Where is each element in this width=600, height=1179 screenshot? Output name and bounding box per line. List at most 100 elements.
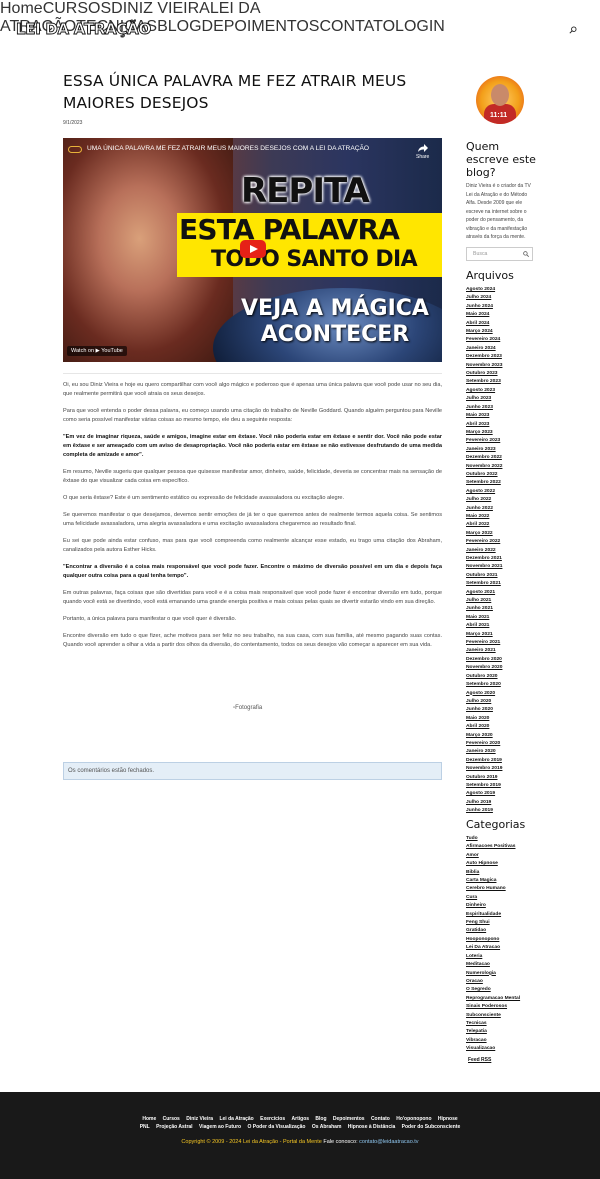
archive-link[interactable]: Junho 2023 (466, 404, 502, 412)
archive-link[interactable]: Junho 2024 (466, 303, 502, 311)
category-link[interactable]: O Segredo (466, 986, 520, 994)
watch-on-youtube-button[interactable]: Watch on ▶ YouTube (67, 346, 127, 356)
archive-link[interactable]: Maio 2022 (466, 513, 502, 521)
archive-link[interactable]: Julho 2021 (466, 597, 502, 605)
footer-link[interactable]: Lei da Atração (219, 1116, 253, 1122)
archive-link[interactable]: Setembro 2023 (466, 378, 502, 386)
archive-link[interactable]: Abril 2022 (466, 521, 502, 529)
archive-link[interactable]: Junho 2021 (466, 605, 502, 613)
category-link[interactable]: Cura (466, 894, 520, 902)
archive-link[interactable]: Novembro 2022 (466, 463, 502, 471)
archive-link[interactable]: Janeiro 2023 (466, 446, 502, 454)
search-icon[interactable] (523, 251, 529, 257)
archive-link[interactable]: Janeiro 2021 (466, 647, 502, 655)
footer-link[interactable]: Projeção Astral (156, 1124, 193, 1130)
archive-link[interactable]: Junho 2020 (466, 706, 502, 714)
archive-link[interactable]: Novembro 2019 (466, 765, 502, 773)
site-logo[interactable]: LEI DA ATRAÇÃO (16, 20, 152, 39)
archive-link[interactable]: Março 2022 (466, 530, 502, 538)
archive-link[interactable]: Dezembro 2019 (466, 757, 502, 765)
archive-link[interactable]: Janeiro 2024 (466, 345, 502, 353)
category-link[interactable]: Tudo (466, 835, 520, 843)
archive-link[interactable]: Dezembro 2023 (466, 353, 502, 361)
archive-link[interactable]: Agosto 2024 (466, 286, 502, 294)
category-link[interactable]: Lei Da Atracao (466, 944, 520, 952)
archive-link[interactable]: Setembro 2020 (466, 681, 502, 689)
nav-item-home[interactable]: Home (0, 0, 43, 17)
archive-link[interactable]: Novembro 2021 (466, 563, 502, 571)
archive-link[interactable]: Julho 2024 (466, 294, 502, 302)
archive-link[interactable]: Abril 2023 (466, 421, 502, 429)
category-link[interactable]: Numerologia (466, 970, 520, 978)
archive-link[interactable]: Fevereiro 2020 (466, 740, 502, 748)
archive-link[interactable]: Janeiro 2020 (466, 748, 502, 756)
category-link[interactable]: Feng Shui (466, 919, 520, 927)
nav-item-blog[interactable]: BLOG (157, 18, 201, 35)
archive-link[interactable]: Agosto 2019 (466, 790, 502, 798)
footer-link[interactable]: Exercícios (260, 1116, 285, 1122)
video-embed[interactable]: UMA ÚNICA PALAVRA ME FEZ ATRAIR MEUS MAI… (63, 138, 442, 362)
archive-link[interactable]: Outubro 2021 (466, 572, 502, 580)
archive-link[interactable]: Outubro 2019 (466, 774, 502, 782)
archive-link[interactable]: Julho 2023 (466, 395, 502, 403)
nav-item-contato[interactable]: CONTATO (319, 18, 395, 35)
category-link[interactable]: Carta Magica (466, 877, 520, 885)
search-input[interactable]: Busca (466, 247, 533, 261)
category-link[interactable]: Reprogramacao Mental (466, 995, 520, 1003)
category-link[interactable]: Biblia (466, 869, 520, 877)
category-link[interactable]: Sinais Poderosos (466, 1003, 520, 1011)
category-link[interactable]: Afirmacoes Positivas (466, 843, 520, 851)
archive-link[interactable]: Setembro 2021 (466, 580, 502, 588)
archive-link[interactable]: Agosto 2020 (466, 690, 502, 698)
archive-link[interactable]: Fevereiro 2021 (466, 639, 502, 647)
archive-link[interactable]: Fevereiro 2022 (466, 538, 502, 546)
footer-link[interactable]: Contato (371, 1116, 390, 1122)
archive-link[interactable]: Março 2024 (466, 328, 502, 336)
footer-link[interactable]: Depoimentos (333, 1116, 365, 1122)
archive-link[interactable]: Abril 2020 (466, 723, 502, 731)
category-link[interactable]: Hooponopono (466, 936, 520, 944)
category-link[interactable]: Visualizacao (466, 1045, 520, 1053)
category-link[interactable]: Auto Hipnose (466, 860, 520, 868)
category-link[interactable]: Cerebro Humano (466, 885, 520, 893)
nav-item-diniz-vieira[interactable]: DINIZ VIEIRA (111, 0, 210, 17)
archive-link[interactable]: Maio 2020 (466, 715, 502, 723)
archive-link[interactable]: Janeiro 2022 (466, 547, 502, 555)
footer-link[interactable]: Viagem ao Futuro (199, 1124, 241, 1130)
archive-link[interactable]: Março 2020 (466, 732, 502, 740)
archive-link[interactable]: Fevereiro 2023 (466, 437, 502, 445)
archive-link[interactable]: Julho 2019 (466, 799, 502, 807)
footer-link[interactable]: O Poder da Visualização (247, 1124, 305, 1130)
archive-link[interactable]: Dezembro 2022 (466, 454, 502, 462)
footer-link[interactable]: Artigos (292, 1116, 310, 1122)
archive-link[interactable]: Outubro 2023 (466, 370, 502, 378)
category-link[interactable]: Espiritualidade (466, 911, 520, 919)
archive-link[interactable]: Fevereiro 2024 (466, 336, 502, 344)
category-link[interactable]: Oracao (466, 978, 520, 986)
rss-feed-link[interactable]: Feed RSS (468, 1057, 491, 1063)
archive-link[interactable]: Abril 2021 (466, 622, 502, 630)
nav-item-cursos[interactable]: CURSOS (43, 0, 111, 17)
archive-link[interactable]: Abril 2024 (466, 320, 502, 328)
category-link[interactable]: Amor (466, 852, 520, 860)
category-link[interactable]: Meditacao (466, 961, 520, 969)
contact-email-link[interactable]: contato@leidaatracao.tv (359, 1139, 418, 1145)
footer-link[interactable]: Hipnose (438, 1116, 458, 1122)
footer-link[interactable]: Os Abraham (312, 1124, 342, 1130)
archive-link[interactable]: Junho 2019 (466, 807, 502, 815)
archive-link[interactable]: Agosto 2022 (466, 488, 502, 496)
category-link[interactable]: Gratidao (466, 927, 520, 935)
category-link[interactable]: Vibracao (466, 1037, 520, 1045)
category-link[interactable]: Dinheiro (466, 902, 520, 910)
category-link[interactable]: Tecnicas (466, 1020, 520, 1028)
category-link[interactable]: Loteria (466, 953, 520, 961)
archive-link[interactable]: Outubro 2020 (466, 673, 502, 681)
footer-link[interactable]: Hipnose à Distância (348, 1124, 396, 1130)
footer-link[interactable]: Poder do Subconsciente (402, 1124, 461, 1130)
archive-link[interactable]: Agosto 2021 (466, 589, 502, 597)
nav-item-login[interactable]: LOGIN (395, 18, 445, 35)
archive-link[interactable]: Maio 2024 (466, 311, 502, 319)
category-link[interactable]: Subconsciente (466, 1012, 520, 1020)
share-button[interactable]: Share (416, 144, 429, 160)
archive-link[interactable]: Agosto 2023 (466, 387, 502, 395)
